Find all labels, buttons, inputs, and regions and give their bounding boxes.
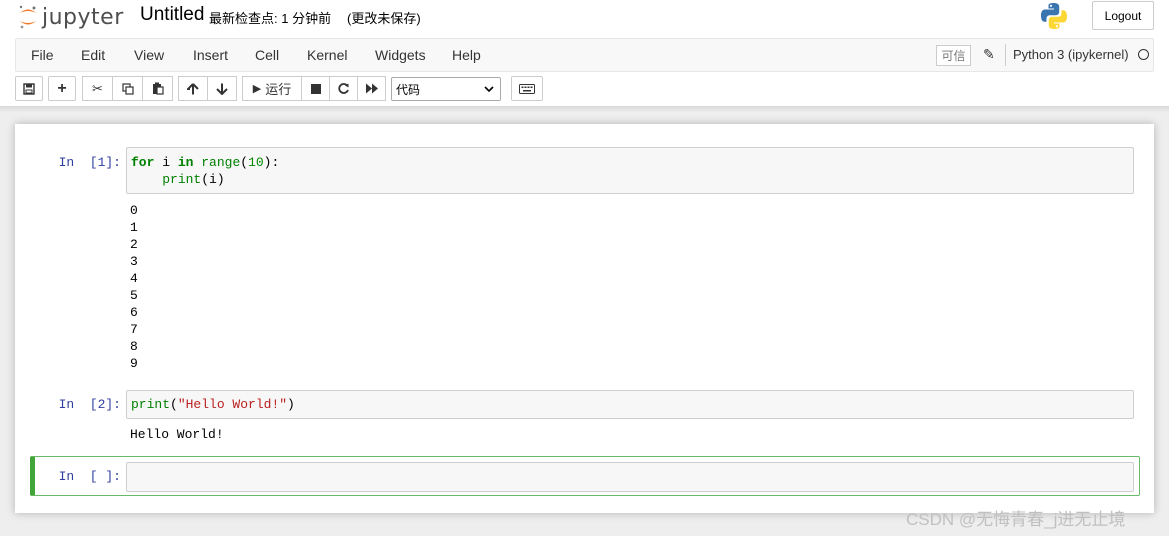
cell-2-code-line-1: print("Hello World!") <box>131 397 295 412</box>
move-cell-up-button[interactable] <box>178 76 208 101</box>
output-line: 6 <box>130 305 138 320</box>
chevron-down-icon <box>484 86 494 93</box>
arrow-down-icon <box>216 83 228 95</box>
output-line: 1 <box>130 220 138 235</box>
output-line: 3 <box>130 254 138 269</box>
autosave-status: (更改未保存) <box>347 11 421 26</box>
logout-button[interactable]: Logout <box>1092 1 1154 30</box>
save-button[interactable] <box>15 76 43 101</box>
arrow-up-icon <box>187 82 199 94</box>
scissors-icon: ✂ <box>92 80 103 96</box>
checkpoint-status: 最新检查点: 1 分钟前 <box>209 11 332 26</box>
play-icon: ▶ <box>252 83 262 95</box>
python-logo-icon <box>1039 1 1069 36</box>
output-line: Hello World! <box>130 427 224 442</box>
output-line: 7 <box>130 322 138 337</box>
stop-icon <box>310 83 321 94</box>
header: jupyter Untitled 最新检查点: 1 分钟前 (更改未保存) Lo… <box>0 0 1169 106</box>
cell-type-select[interactable]: 代码 <box>391 77 501 101</box>
copy-icon <box>121 82 134 95</box>
menu-widgets[interactable]: Widgets <box>375 47 426 63</box>
plus-icon: + <box>57 79 67 97</box>
run-label: 运行 <box>265 82 292 97</box>
top-bar: jupyter Untitled 最新检查点: 1 分钟前 (更改未保存) Lo… <box>0 0 1169 38</box>
output-line: 4 <box>130 271 138 286</box>
menu-kernel[interactable]: Kernel <box>307 47 347 63</box>
interrupt-kernel-button[interactable] <box>301 76 330 101</box>
menu-insert[interactable]: Insert <box>193 47 228 63</box>
notebook-container: In [1]: for i in range(10): print(i) 0 1… <box>15 124 1154 513</box>
notebook-name[interactable]: Untitled <box>140 4 204 26</box>
insert-cell-button[interactable]: + <box>48 76 76 101</box>
cell-1-code-line-2: print(i) <box>162 172 225 187</box>
command-palette-button[interactable] <box>511 76 543 101</box>
paste-cell-button[interactable] <box>142 76 173 101</box>
keyboard-icon <box>519 83 535 94</box>
move-cell-down-button[interactable] <box>207 76 237 101</box>
output-line: 5 <box>130 288 138 303</box>
watermark: CSDN @无悔青春_j进无止境 <box>906 510 1126 529</box>
menu-cell[interactable]: Cell <box>255 47 279 63</box>
run-cell-button[interactable]: ▶ 运行 <box>242 76 302 101</box>
jupyter-logo-text: jupyter <box>42 4 124 30</box>
paste-icon <box>152 82 164 95</box>
kernel-name[interactable]: Python 3 (ipykernel) <box>1013 47 1129 62</box>
output-line: 8 <box>130 339 138 354</box>
header-shadow <box>0 106 1169 112</box>
edit-mode-pencil-icon: ✎ <box>983 46 995 62</box>
cut-cell-button[interactable]: ✂ <box>82 76 113 101</box>
output-line: 0 <box>130 203 138 218</box>
cell-2-code-editor[interactable]: print("Hello World!") <box>126 390 1134 419</box>
jupyter-logo[interactable]: jupyter <box>18 2 124 32</box>
menu-edit[interactable]: Edit <box>81 47 105 63</box>
menu-help[interactable]: Help <box>452 47 481 63</box>
kernel-idle-indicator-icon <box>1138 49 1149 60</box>
copy-cell-button[interactable] <box>112 76 143 101</box>
restart-kernel-button[interactable] <box>329 76 358 101</box>
cell-1-code-editor[interactable]: for i in range(10): print(i) <box>126 147 1134 194</box>
cell-2-prompt: In [2]: <box>58 397 121 412</box>
restart-run-all-button[interactable] <box>357 76 386 101</box>
cell-3-prompt: In [ ]: <box>58 469 121 484</box>
cell-1-code-line-1: for i in range(10): <box>131 155 280 170</box>
cell-1-prompt: In [1]: <box>58 155 121 170</box>
menubar: File Edit View Insert Cell Kernel Widget… <box>15 38 1154 72</box>
toolbar: + ✂ ▶ 运行 代码 <box>15 76 1154 102</box>
save-icon <box>23 82 35 95</box>
jupyter-logo-icon <box>19 5 36 29</box>
restart-icon <box>338 83 349 94</box>
menu-view[interactable]: View <box>134 47 164 63</box>
output-line: 2 <box>130 237 138 252</box>
trusted-indicator[interactable]: 可信 <box>936 45 971 66</box>
fast-forward-icon <box>365 83 378 94</box>
cell-type-value: 代码 <box>396 82 421 97</box>
kernel-divider <box>1005 44 1006 66</box>
output-line: 9 <box>130 356 138 371</box>
cell-3-code-editor[interactable] <box>126 462 1134 492</box>
menu-file[interactable]: File <box>31 47 54 63</box>
